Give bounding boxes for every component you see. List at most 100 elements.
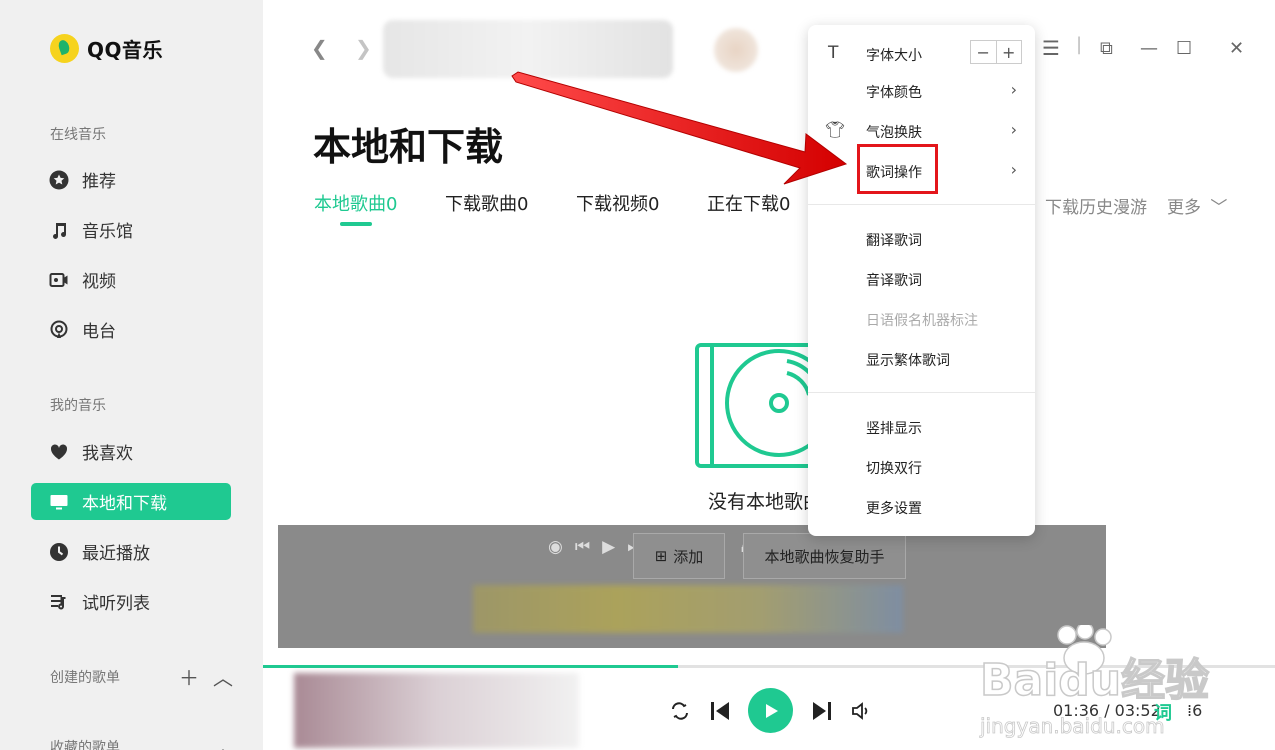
tab-local-songs[interactable]: 本地歌曲0 — [314, 190, 397, 216]
minimize-icon[interactable]: — — [1140, 38, 1158, 59]
app-logo[interactable]: QQ音乐 — [50, 34, 163, 63]
more-label: 更多 — [1167, 198, 1201, 218]
chevron-right-icon: › — [1010, 160, 1017, 179]
sidebar-item-trial-list[interactable]: 试听列表 — [31, 583, 231, 620]
sidebar-item-label: 推荐 — [82, 172, 116, 192]
heart-icon — [48, 441, 70, 463]
menu-item-more-settings[interactable]: 更多设置 — [866, 498, 922, 518]
play-icon[interactable]: ▶ — [602, 537, 615, 557]
menu-item-font-size[interactable]: 字体大小 — [866, 45, 922, 65]
menu-item-vertical-display[interactable]: 竖排显示 — [866, 418, 922, 438]
menu-icon[interactable]: ☰ — [1042, 36, 1060, 60]
radio-icon — [48, 319, 70, 341]
plus-box-icon: ⊞ — [654, 547, 668, 565]
app-name: QQ音乐 — [87, 38, 164, 62]
section-online-music: 在线音乐 — [50, 127, 106, 143]
qq-music-logo-icon — [50, 34, 79, 63]
maximize-icon[interactable]: ☐ — [1176, 38, 1192, 59]
sidebar-item-label: 本地和下载 — [82, 494, 167, 514]
more-dropdown[interactable]: 更多 ﹀ — [1167, 193, 1227, 218]
menu-divider — [808, 204, 1035, 205]
section-created-playlists: 创建的歌单 — [50, 670, 120, 686]
sidebar-item-label: 最近播放 — [82, 544, 150, 564]
sidebar-item-recommend[interactable]: 推荐 — [31, 161, 231, 198]
minus-icon[interactable]: − — [971, 41, 996, 63]
close-icon[interactable]: ✕ — [1229, 38, 1244, 59]
sidebar-item-local-download[interactable]: 本地和下载 — [31, 483, 231, 520]
sidebar: QQ音乐 在线音乐 推荐 音乐馆 视频 电台 我的音乐 我喜欢 本地和下载 最近… — [0, 0, 263, 750]
now-playing-info[interactable] — [294, 673, 579, 748]
divider: | — [1076, 34, 1083, 55]
volume-icon[interactable] — [850, 699, 874, 723]
created-playlist-controls: ＋ ︿ — [179, 662, 233, 691]
restore-assistant-button[interactable]: 本地歌曲恢复助手 — [743, 533, 906, 579]
sidebar-item-music-hall[interactable]: 音乐馆 — [31, 211, 231, 248]
menu-item-translate-lyrics[interactable]: 翻译歌词 — [866, 230, 922, 250]
sidebar-item-radio[interactable]: 电台 — [31, 311, 231, 348]
empty-disc-icon — [695, 343, 825, 468]
shirt-icon: 👕︎ — [825, 120, 846, 139]
sidebar-item-label: 视频 — [82, 272, 116, 292]
add-button-label: 添加 — [673, 547, 704, 566]
watermark: Baidu经验 jingyan.baidu.com — [979, 625, 1210, 738]
restore-button-label: 本地歌曲恢复助手 — [764, 547, 885, 566]
page-title: 本地和下载 — [313, 125, 504, 169]
menu-item-japanese-kana: 日语假名机器标注 — [866, 313, 978, 329]
section-collected-playlists: 收藏的歌单 — [50, 740, 120, 750]
play-button[interactable] — [748, 688, 793, 733]
chevron-down-icon: ﹀ — [1210, 198, 1228, 218]
menu-item-bubble-skin[interactable]: 气泡换肤 — [866, 122, 922, 142]
monitor-icon — [48, 491, 70, 513]
star-icon — [48, 169, 70, 191]
sidebar-item-label: 我喜欢 — [82, 444, 133, 464]
back-icon[interactable]: ❮ — [311, 36, 328, 60]
next-track-icon[interactable] — [810, 699, 834, 723]
menu-item-font-color[interactable]: 字体颜色 — [866, 82, 922, 102]
text-size-icon: T — [828, 43, 839, 63]
sidebar-item-recent[interactable]: 最近播放 — [31, 533, 231, 570]
highlight-annotation-box — [857, 144, 938, 194]
chevron-up-icon[interactable]: ︿ — [213, 732, 233, 750]
play-icon — [765, 703, 778, 718]
tab-downloaded-videos[interactable]: 下载视频0 — [576, 190, 659, 216]
avatar[interactable] — [714, 28, 758, 72]
sidebar-item-label: 试听列表 — [82, 594, 150, 614]
menu-item-transliterate-lyrics[interactable]: 音译歌词 — [866, 270, 922, 290]
progress-fill — [263, 665, 678, 668]
section-my-music: 我的音乐 — [50, 398, 106, 414]
collected-playlist-controls: ︿ — [213, 732, 233, 750]
chevron-up-icon[interactable]: ︿ — [213, 662, 233, 691]
chevron-right-icon: › — [1010, 120, 1017, 139]
repeat-icon[interactable] — [668, 699, 692, 723]
menu-item-traditional-chinese[interactable]: 显示繁体歌词 — [866, 350, 950, 370]
sidebar-item-favorites[interactable]: 我喜欢 — [31, 433, 231, 470]
empty-state-text: 没有本地歌曲 — [708, 491, 818, 513]
lyric-line — [473, 585, 903, 633]
clock-icon — [48, 541, 70, 563]
previous-track-icon[interactable] — [708, 699, 732, 723]
menu-divider — [808, 392, 1035, 393]
search-input[interactable] — [383, 20, 673, 78]
watermark-url: jingyan.baidu.com — [979, 714, 1165, 738]
font-size-stepper[interactable]: − + — [970, 40, 1022, 64]
playlist-icon — [48, 591, 70, 613]
video-icon — [48, 269, 70, 291]
download-history-link[interactable]: 下载历史漫游 — [1045, 193, 1147, 218]
lyrics-context-menu: T 字体大小 − + 字体颜色 › 👕︎ 气泡换肤 › 歌词操作 › 翻译歌词 … — [808, 25, 1035, 536]
chevron-right-icon: › — [1010, 80, 1017, 99]
plus-icon[interactable]: + — [995, 41, 1022, 63]
plus-icon[interactable]: ＋ — [179, 662, 199, 691]
watermark-text: Baidu经验 — [980, 655, 1209, 706]
add-button[interactable]: ⊞ 添加 — [633, 533, 725, 579]
sidebar-item-video[interactable]: 视频 — [31, 261, 231, 298]
sidebar-item-label: 音乐馆 — [82, 222, 133, 242]
menu-item-double-line[interactable]: 切换双行 — [866, 458, 922, 478]
qq-logo-icon[interactable]: ◉ — [548, 537, 563, 557]
tab-downloaded-songs[interactable]: 下载歌曲0 — [445, 190, 528, 216]
tab-downloading[interactable]: 正在下载0 — [707, 190, 790, 216]
previous-icon[interactable]: ⏮ — [575, 537, 590, 557]
music-note-icon — [48, 219, 70, 241]
forward-icon[interactable]: ❯ — [355, 36, 372, 60]
sidebar-item-label: 电台 — [82, 322, 116, 342]
mini-mode-icon[interactable]: ⧉ — [1100, 38, 1113, 59]
